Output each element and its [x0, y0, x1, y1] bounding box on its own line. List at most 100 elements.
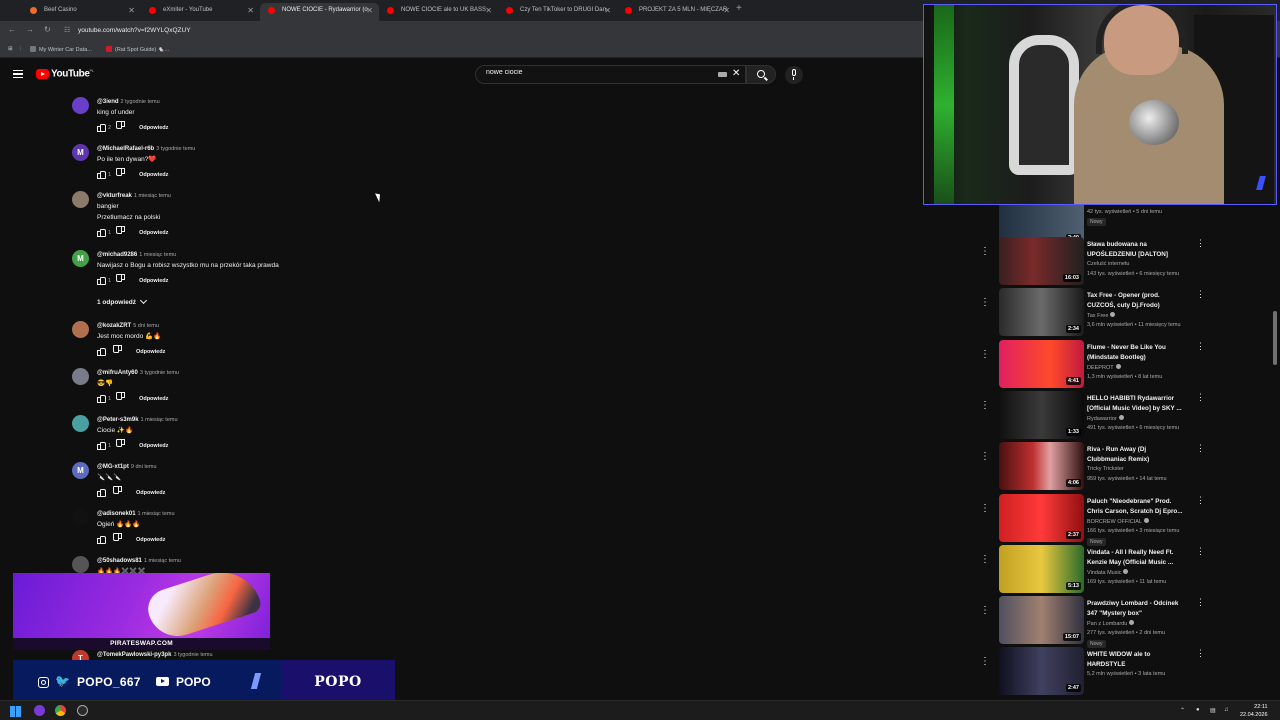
- related-video[interactable]: ⋮ 2:37 Paluch "Nieodebrane" Prod. Chris Ca…: [960, 493, 1270, 546]
- comment-time[interactable]: 9 dni temu: [131, 464, 157, 470]
- browser-tab[interactable]: Czy Ten TikToker to DRUGI Dan ✕: [498, 3, 617, 21]
- search-input[interactable]: [486, 69, 706, 76]
- dislike-icon[interactable]: [117, 123, 125, 130]
- close-tab-icon[interactable]: ✕: [485, 3, 492, 18]
- video-title[interactable]: Vindata - All I Really Need Ft. Kenzie M…: [1087, 548, 1187, 568]
- chrome-icon[interactable]: [55, 705, 66, 716]
- channel-name[interactable]: Pan z Lombardu: [1087, 620, 1135, 627]
- related-video[interactable]: ⋮ 5:13 Vindata - All I Really Need Ft. Ken…: [960, 544, 1270, 597]
- back-icon[interactable]: ←: [8, 25, 16, 34]
- apps-icon[interactable]: ⊞: [8, 46, 13, 52]
- browser-tab[interactable]: PROJEKT ZA 5 MLN - MIĘCZAR ✕: [617, 3, 736, 21]
- comment-time[interactable]: 1 miesiąc temu: [134, 193, 171, 199]
- reply-button[interactable]: Odpowiedz: [139, 172, 168, 178]
- comment-author[interactable]: @michad9286 1 miesiąc temu: [97, 252, 176, 258]
- more-options-icon[interactable]: ⋮: [980, 349, 990, 359]
- video-thumbnail[interactable]: 1:33: [999, 390, 1084, 439]
- bookmark-item[interactable]: My Winter Car Data...: [30, 46, 92, 53]
- comment-author[interactable]: @MichaelRafael-r6b 3 tygodnie temu: [97, 146, 195, 152]
- dislike-icon[interactable]: [114, 535, 122, 542]
- avatar[interactable]: [72, 368, 89, 385]
- comment-author[interactable]: @kozakZRT 5 dni temu: [97, 323, 159, 329]
- menu-icon[interactable]: [13, 70, 23, 78]
- video-menu-icon[interactable]: ⋮: [1196, 649, 1205, 658]
- avatar[interactable]: M: [72, 462, 89, 479]
- clear-search-icon[interactable]: ✕: [732, 68, 740, 79]
- discord-icon[interactable]: [34, 705, 45, 716]
- more-options-icon[interactable]: ⋮: [980, 247, 990, 257]
- dislike-icon[interactable]: [117, 276, 125, 283]
- video-title[interactable]: Flume - Never Be Like You (Mindstate Boo…: [1087, 343, 1187, 363]
- avatar[interactable]: [72, 415, 89, 432]
- tray-chevron-icon[interactable]: ⌃: [1180, 707, 1185, 714]
- dislike-icon[interactable]: [114, 488, 122, 495]
- keyboard-icon[interactable]: [718, 72, 727, 77]
- channel-name[interactable]: Czeluść internetu: [1087, 261, 1130, 267]
- close-tab-icon[interactable]: ✕: [366, 3, 373, 18]
- close-tab-icon[interactable]: ✕: [723, 3, 730, 18]
- video-title[interactable]: Riva - Run Away (Dj Clubbmaniac Remix): [1087, 445, 1187, 465]
- video-thumbnail[interactable]: 2:47: [999, 647, 1084, 695]
- comment-author[interactable]: @vkturfreak 1 miesiąc temu: [97, 193, 171, 199]
- video-title[interactable]: Sława budowana na UPOŚLEDZENIU [DALTON]: [1087, 240, 1187, 260]
- browser-tab[interactable]: NOWE CIOCIE ale to UK BASS ✕: [379, 3, 498, 21]
- avatar[interactable]: [72, 556, 89, 573]
- video-menu-icon[interactable]: ⋮: [1196, 495, 1205, 504]
- network-icon[interactable]: ▤: [1210, 707, 1216, 714]
- avatar[interactable]: [72, 321, 89, 338]
- volume-icon[interactable]: ♫: [1224, 707, 1229, 713]
- video-menu-icon[interactable]: ⋮: [1196, 444, 1205, 453]
- more-options-icon[interactable]: ⋮: [980, 657, 990, 667]
- video-title[interactable]: HELLO HABIBTI Rydawarrior [Official Musi…: [1087, 394, 1187, 414]
- dislike-icon[interactable]: [117, 394, 125, 401]
- windows-start-icon[interactable]: [10, 706, 21, 717]
- more-options-icon[interactable]: ⋮: [980, 554, 990, 564]
- video-menu-icon[interactable]: ⋮: [1196, 239, 1205, 248]
- more-options-icon[interactable]: ⋮: [980, 503, 990, 513]
- show-replies-button[interactable]: 1 odpowiedź: [97, 296, 148, 306]
- video-title[interactable]: Tax Free - Opener (prod. CUZCOŚ, cuty Dj…: [1087, 291, 1187, 311]
- search-button[interactable]: [746, 65, 776, 84]
- avatar[interactable]: M: [72, 144, 89, 161]
- more-options-icon[interactable]: ⋮: [980, 298, 990, 308]
- video-title[interactable]: WHITE WIDOW ale to HARDSTYLE: [1087, 650, 1187, 670]
- browser-tab[interactable]: Beef Casino ✕: [22, 3, 141, 21]
- more-options-icon[interactable]: ⋮: [980, 452, 990, 462]
- reply-button[interactable]: Odpowiedz: [139, 396, 168, 402]
- dislike-icon[interactable]: [117, 170, 125, 177]
- video-thumbnail[interactable]: 5:13: [999, 544, 1084, 593]
- browser-tab[interactable]: NOWE CIOCIE - Rydawarrior (o ✕: [260, 3, 379, 21]
- like-icon[interactable]: [97, 276, 106, 285]
- video-thumbnail[interactable]: 4:06: [999, 442, 1084, 491]
- comment-time[interactable]: 3 tygodnie temu: [140, 370, 179, 376]
- like-icon[interactable]: [97, 347, 106, 356]
- reply-button[interactable]: Odpowiedz: [136, 490, 165, 496]
- browser-tab[interactable]: eXmiter - YouTube ✕: [141, 3, 260, 21]
- channel-name[interactable]: BORCREW OFFICIAL: [1087, 517, 1150, 525]
- video-title[interactable]: Prawdziwy Lombard - Odcinek 347 "Mystery…: [1087, 599, 1187, 619]
- video-thumbnail[interactable]: 15:07: [999, 596, 1084, 645]
- related-video[interactable]: ⋮ 4:06 Riva - Run Away (Dj Clubbmaniac Rem…: [960, 442, 1270, 494]
- close-tab-icon[interactable]: ✕: [247, 3, 254, 18]
- comment-author[interactable]: @Peter-s3m9k 1 miesiąc temu: [97, 417, 178, 423]
- forward-icon[interactable]: →: [26, 25, 34, 34]
- reply-button[interactable]: Odpowiedz: [139, 278, 168, 284]
- comment-author[interactable]: @50shadows81 1 miesiąc temu: [97, 558, 181, 564]
- more-options-icon[interactable]: ⋮: [980, 400, 990, 410]
- reply-button[interactable]: Odpowiedz: [139, 230, 168, 236]
- avatar[interactable]: [72, 191, 89, 208]
- comment-author[interactable]: @mifruAnty60 3 tygodnie temu: [97, 370, 179, 376]
- video-menu-icon[interactable]: ⋮: [1196, 392, 1205, 401]
- comment-time[interactable]: 3 tygodnie temu: [156, 146, 195, 152]
- comment-author[interactable]: @3iend 2 tygodnie temu: [97, 99, 160, 105]
- like-icon[interactable]: [97, 170, 106, 179]
- reply-button[interactable]: Odpowiedz: [139, 125, 168, 131]
- comment-author[interactable]: @adisonek01 1 miesiąc temu: [97, 511, 175, 517]
- reload-icon[interactable]: ↻: [44, 25, 51, 34]
- video-thumbnail[interactable]: 16:03: [999, 237, 1084, 285]
- system-clock[interactable]: 22:11 22.04.2026: [1240, 703, 1268, 719]
- video-menu-icon[interactable]: ⋮: [1196, 546, 1205, 555]
- avatar[interactable]: [72, 97, 89, 114]
- reply-button[interactable]: Odpowiedz: [139, 443, 168, 449]
- dislike-icon[interactable]: [114, 347, 122, 354]
